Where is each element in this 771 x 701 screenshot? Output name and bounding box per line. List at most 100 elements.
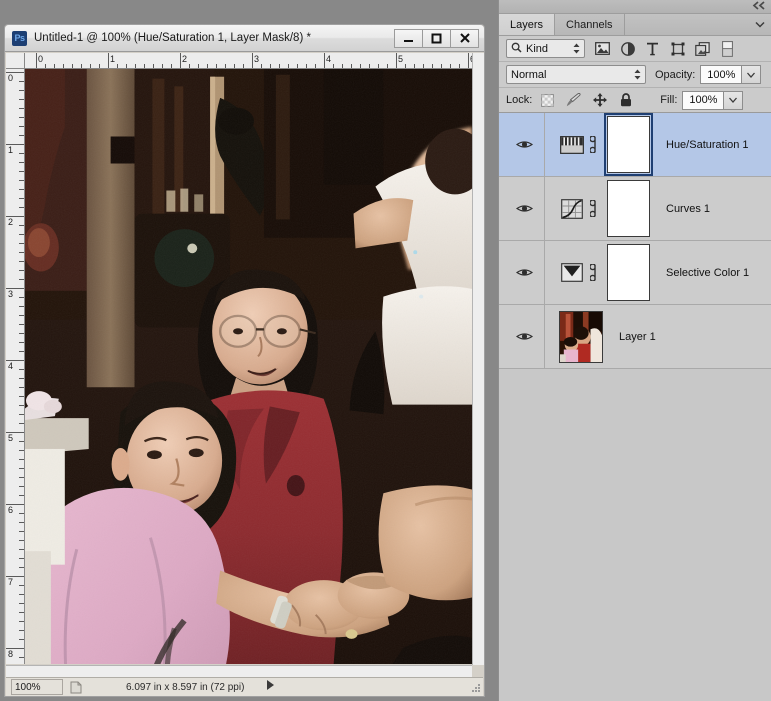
link-icon[interactable] — [587, 200, 603, 217]
link-icon[interactable] — [587, 136, 603, 153]
blend-mode-dropdown[interactable]: Normal — [506, 65, 646, 84]
document-icon[interactable] — [67, 679, 84, 695]
ruler-minor-tick — [441, 64, 442, 68]
opacity-input[interactable]: 100% — [700, 65, 742, 84]
curves-icon[interactable] — [559, 198, 585, 220]
fill-input[interactable]: 100% — [682, 90, 724, 110]
lock-label: Lock: — [506, 94, 533, 106]
ruler-minor-tick — [19, 351, 24, 352]
ruler-minor-tick — [19, 252, 24, 253]
ruler-minor-tick — [333, 64, 334, 68]
layer-image-thumbnail[interactable] — [559, 310, 603, 363]
layer-mask-thumbnail[interactable] — [604, 113, 653, 176]
opacity-label: Opacity: — [655, 68, 696, 81]
link-icon[interactable] — [587, 264, 603, 281]
layer-name[interactable]: Selective Color 1 — [666, 267, 749, 279]
ruler-minor-tick — [306, 64, 307, 68]
close-button[interactable] — [450, 28, 479, 48]
ruler-minor-tick — [19, 405, 24, 406]
vertical-ruler[interactable]: 0 1 2 3 4 5 6 7 8 — [6, 69, 25, 664]
tab-channels-label: Channels — [566, 18, 613, 31]
layer-name[interactable]: Hue/Saturation 1 — [666, 139, 749, 151]
ruler-minor-tick — [19, 513, 24, 514]
ruler-minor-tick — [19, 459, 24, 460]
ruler-label: 5 — [8, 433, 14, 443]
maximize-button[interactable] — [422, 28, 451, 48]
zoom-level-field[interactable]: 100% — [11, 679, 63, 695]
double-chevron-left-icon[interactable] — [752, 0, 766, 13]
ruler-minor-tick — [90, 64, 91, 68]
ruler-corner[interactable] — [6, 53, 25, 69]
table-row[interactable]: Layer 1 — [499, 305, 771, 369]
ruler-label: 4 — [326, 54, 332, 64]
layer-mask-thumbnail[interactable] — [607, 180, 650, 237]
selective-color-icon[interactable] — [559, 262, 585, 284]
ruler-label: 1 — [110, 54, 116, 64]
ruler-minor-tick — [19, 135, 24, 136]
minimize-button[interactable] — [394, 28, 423, 48]
pixel-layer-filter-icon[interactable] — [594, 40, 611, 57]
tab-channels[interactable]: Channels — [555, 14, 625, 35]
shape-layer-filter-icon[interactable] — [669, 40, 686, 57]
layer-visibility-toggle[interactable] — [505, 113, 545, 176]
ruler-label: 3 — [254, 54, 260, 64]
ruler-minor-tick — [19, 342, 24, 343]
panel-collapse-bar[interactable] — [499, 0, 771, 14]
ruler-minor-tick — [360, 64, 361, 68]
ruler-minor-tick — [19, 441, 24, 442]
ruler-minor-tick — [19, 180, 24, 181]
filter-kind-stepper-icon[interactable] — [573, 43, 580, 54]
ruler-minor-tick — [19, 495, 24, 496]
lock-position-icon[interactable] — [592, 93, 607, 108]
eye-icon — [516, 269, 533, 276]
ruler-minor-tick — [19, 477, 24, 478]
ruler-minor-tick — [19, 315, 24, 316]
ruler-minor-tick — [19, 243, 24, 244]
ruler-minor-tick — [432, 64, 433, 68]
canvas-vertical-scrollbar[interactable] — [472, 53, 484, 665]
play-arrow-icon[interactable] — [266, 680, 275, 694]
ruler-minor-tick — [19, 630, 24, 631]
ruler-minor-tick — [189, 64, 190, 68]
layer-visibility-toggle[interactable] — [505, 305, 545, 368]
ruler-minor-tick — [126, 64, 127, 68]
table-row[interactable]: Selective Color 1 — [499, 241, 771, 305]
lock-image-pixels-icon[interactable] — [566, 93, 581, 108]
smart-object-filter-icon[interactable] — [694, 40, 711, 57]
adjustment-layer-filter-icon[interactable] — [619, 40, 636, 57]
table-row[interactable]: Curves 1 — [499, 177, 771, 241]
layer-visibility-toggle[interactable] — [505, 241, 545, 304]
ruler-label: 0 — [8, 73, 14, 83]
layer-name[interactable]: Curves 1 — [666, 203, 710, 215]
horizontal-ruler[interactable]: 0123456 — [25, 53, 472, 69]
filter-kind-dropdown[interactable]: Kind — [506, 39, 585, 58]
ruler-minor-tick — [243, 64, 244, 68]
canvas-area[interactable] — [25, 69, 472, 664]
fill-dropdown-button[interactable] — [723, 90, 744, 110]
table-row[interactable]: Hue/Saturation 1 — [499, 113, 771, 177]
layer-mask-thumbnail[interactable] — [607, 244, 650, 301]
ruler-minor-tick — [19, 486, 24, 487]
ruler-minor-tick — [19, 594, 24, 595]
layer-name[interactable]: Layer 1 — [619, 331, 656, 343]
resize-grip[interactable] — [469, 682, 481, 694]
ruler-minor-tick — [19, 279, 24, 280]
lock-transparency-icon[interactable] — [540, 93, 555, 108]
ruler-minor-tick — [117, 64, 118, 68]
ruler-minor-tick — [19, 162, 24, 163]
opacity-dropdown-button[interactable] — [741, 65, 762, 84]
hue-saturation-icon[interactable] — [559, 134, 585, 156]
blend-mode-value: Normal — [511, 68, 547, 81]
lock-all-icon[interactable] — [618, 93, 633, 108]
eye-icon — [516, 205, 533, 212]
ruler-minor-tick — [19, 567, 24, 568]
filter-toggle-switch-icon[interactable] — [719, 40, 736, 57]
ruler-minor-tick — [342, 64, 343, 68]
blend-mode-stepper-icon[interactable] — [634, 69, 641, 80]
tab-layers[interactable]: Layers — [499, 14, 556, 35]
canvas-horizontal-scrollbar[interactable] — [6, 665, 472, 677]
document-titlebar[interactable]: Ps Untitled-1 @ 100% (Hue/Saturation 1, … — [5, 25, 484, 52]
layer-visibility-toggle[interactable] — [505, 177, 545, 240]
panel-menu-chevron-icon[interactable] — [755, 14, 771, 35]
type-layer-filter-icon[interactable] — [644, 40, 661, 57]
